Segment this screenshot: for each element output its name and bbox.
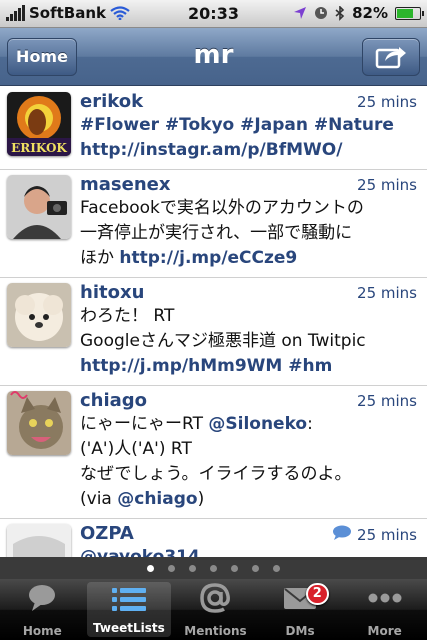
tweet-line: Googleさんマジ極悪非道 on Twitpic bbox=[80, 329, 419, 354]
tweet-list[interactable]: ERIKOK erikok 25 mins #Flower #Tokyo #Japan… bbox=[0, 87, 427, 557]
tweet-link[interactable]: #Flower #Tokyo #Japan #Nature bbox=[80, 115, 394, 135]
tweet-line: ほか http://j.mp/eCCze9 bbox=[80, 246, 419, 271]
tweet-time: 25 mins bbox=[332, 525, 417, 544]
tweet-timestamp: 25 mins bbox=[357, 525, 417, 544]
avatar[interactable] bbox=[7, 175, 71, 239]
list-icon bbox=[87, 582, 172, 617]
tweet-text-segment: (via bbox=[80, 489, 118, 509]
tweet-line: Facebookで実名以外のアカウントの bbox=[80, 196, 419, 221]
tweet-link[interactable]: http://instagr.am/p/BfMWO/ bbox=[80, 140, 342, 160]
avatar[interactable] bbox=[7, 283, 71, 347]
tweet-text: #Flower #Tokyo #Japan #Nature http://inst… bbox=[80, 113, 419, 163]
navigation-bar: Home mr bbox=[0, 28, 427, 86]
tweet-link[interactable]: @Siloneko bbox=[208, 414, 307, 434]
tab-label: DMs bbox=[285, 624, 315, 638]
tweet-text: @yayoko314 bbox=[80, 545, 419, 557]
compose-icon bbox=[375, 47, 406, 69]
tab-label: Home bbox=[22, 624, 62, 638]
tweet-time: 25 mins bbox=[357, 392, 417, 410]
tweet-text-segment: にゃーにゃーRT bbox=[80, 414, 209, 434]
bluetooth-icon bbox=[335, 5, 345, 21]
tweet-link[interactable]: @yayoko314 bbox=[80, 547, 200, 557]
avatar-text: ERIKOK bbox=[11, 141, 67, 155]
tweet-time: 25 mins bbox=[357, 93, 417, 111]
tweet-line: @yayoko314 bbox=[80, 545, 419, 557]
tweet-text-segment: ) bbox=[197, 489, 205, 509]
tweet-text: Facebookで実名以外のアカウントの 一斉停止が実行され、一部で騒動に ほか h… bbox=[80, 196, 419, 271]
tweet-time: 25 mins bbox=[357, 284, 417, 302]
tweet-timestamp: 25 mins bbox=[357, 176, 417, 194]
tweet-timestamp: 25 mins bbox=[357, 392, 417, 410]
more-dots-icon bbox=[342, 579, 427, 617]
avatar[interactable] bbox=[7, 391, 71, 455]
tab-bar: Home TweetLists Mentions 2 DMs More bbox=[0, 579, 427, 640]
tweet-text-segment: 一斉停止が実行され、一部で騒動に bbox=[80, 223, 353, 243]
tweet-timestamp: 25 mins bbox=[357, 93, 417, 111]
reply-bubble-icon bbox=[332, 525, 352, 544]
tweet-timestamp: 25 mins bbox=[357, 284, 417, 302]
location-arrow-icon bbox=[294, 7, 307, 19]
page-dot[interactable] bbox=[210, 564, 217, 572]
tweet-line: ('A')人('A') RT bbox=[80, 437, 419, 462]
tweet-row[interactable]: OZPA 25 mins @yayoko314 bbox=[0, 519, 427, 557]
page-dot[interactable] bbox=[252, 564, 259, 572]
tweet-text-segment: Facebookで実名以外のアカウントの bbox=[80, 198, 364, 218]
tab-label: TweetLists bbox=[93, 621, 165, 635]
tweet-text-segment: わろた！ RT bbox=[80, 306, 175, 326]
tweet-row[interactable]: chiago 25 mins にゃーにゃーRT @Siloneko: ('A')人('… bbox=[0, 386, 427, 519]
tab-more[interactable]: More bbox=[342, 579, 427, 640]
tweet-text-segment: なぜでしょう。イライラするのよ。 bbox=[80, 464, 352, 484]
compose-button[interactable] bbox=[362, 38, 420, 76]
tab-label: Mentions bbox=[184, 624, 247, 638]
envelope-icon bbox=[258, 579, 343, 617]
page-dot[interactable] bbox=[273, 564, 280, 572]
tweet-line: 一斉停止が実行され、一部で騒動に bbox=[80, 221, 419, 246]
at-sign-icon bbox=[173, 579, 258, 617]
unread-badge: 2 bbox=[305, 583, 329, 605]
battery-percent: 82% bbox=[352, 4, 388, 22]
tweet-line: わろた！ RT bbox=[80, 304, 419, 329]
tab-label: More bbox=[367, 624, 402, 638]
tab-home[interactable]: Home bbox=[0, 579, 85, 640]
avatar[interactable]: ERIKOK bbox=[7, 92, 71, 156]
tweet-text-segment: ('A')人('A') RT bbox=[80, 439, 192, 459]
avatar[interactable] bbox=[7, 524, 71, 557]
page-dot[interactable] bbox=[168, 564, 175, 572]
tweet-text-segment: Googleさんマジ極悪非道 on Twitpic bbox=[80, 331, 366, 351]
page-dot[interactable] bbox=[189, 564, 196, 572]
tweet-text: にゃーにゃーRT @Siloneko: ('A')人('A') RT なぜでしょう。… bbox=[80, 412, 419, 512]
speech-bubble-icon bbox=[0, 579, 85, 617]
tweet-line: にゃーにゃーRT @Siloneko: bbox=[80, 412, 419, 437]
tweet-line: http://j.mp/hMm9WM #hm bbox=[80, 354, 419, 379]
tweet-text-segment: ほか bbox=[80, 248, 120, 268]
tab-mentions[interactable]: Mentions bbox=[173, 579, 258, 640]
tweet-line: http://instagr.am/p/BfMWO/ bbox=[80, 138, 419, 163]
home-button[interactable]: Home bbox=[7, 38, 77, 76]
page-dot[interactable] bbox=[147, 564, 154, 572]
tweet-line: (via @chiago) bbox=[80, 487, 419, 512]
page-indicator[interactable] bbox=[0, 557, 427, 579]
tweet-line: #Flower #Tokyo #Japan #Nature bbox=[80, 113, 419, 138]
tweet-row[interactable]: ERIKOK erikok 25 mins #Flower #Tokyo #Japan… bbox=[0, 87, 427, 170]
battery-icon bbox=[395, 6, 424, 20]
tweet-time: 25 mins bbox=[357, 176, 417, 194]
tab-tweetlists[interactable]: TweetLists bbox=[86, 582, 172, 637]
tweet-link[interactable]: @chiago bbox=[117, 489, 197, 509]
page-title: mr bbox=[193, 40, 234, 70]
tweet-link[interactable]: http://j.mp/hMm9WM #hm bbox=[80, 356, 332, 376]
tweet-line: なぜでしょう。イライラするのよ。 bbox=[80, 462, 419, 487]
tweet-row[interactable]: masenex 25 mins Facebookで実名以外のアカウントの 一斉停止が実… bbox=[0, 170, 427, 278]
tweet-text: わろた！ RT Googleさんマジ極悪非道 on Twitpic http://j… bbox=[80, 304, 419, 379]
clock-icon bbox=[315, 7, 328, 19]
tab-dms[interactable]: 2 DMs bbox=[258, 579, 343, 640]
tweet-row[interactable]: hitoxu 25 mins わろた！ RT Googleさんマジ極悪非道 on Tw… bbox=[0, 278, 427, 386]
tweet-text-segment: : bbox=[307, 414, 313, 434]
tweet-link[interactable]: http://j.mp/eCCze9 bbox=[119, 248, 297, 268]
page-dot[interactable] bbox=[231, 564, 238, 572]
status-bar: SoftBank 20:33 82% bbox=[0, 0, 427, 28]
